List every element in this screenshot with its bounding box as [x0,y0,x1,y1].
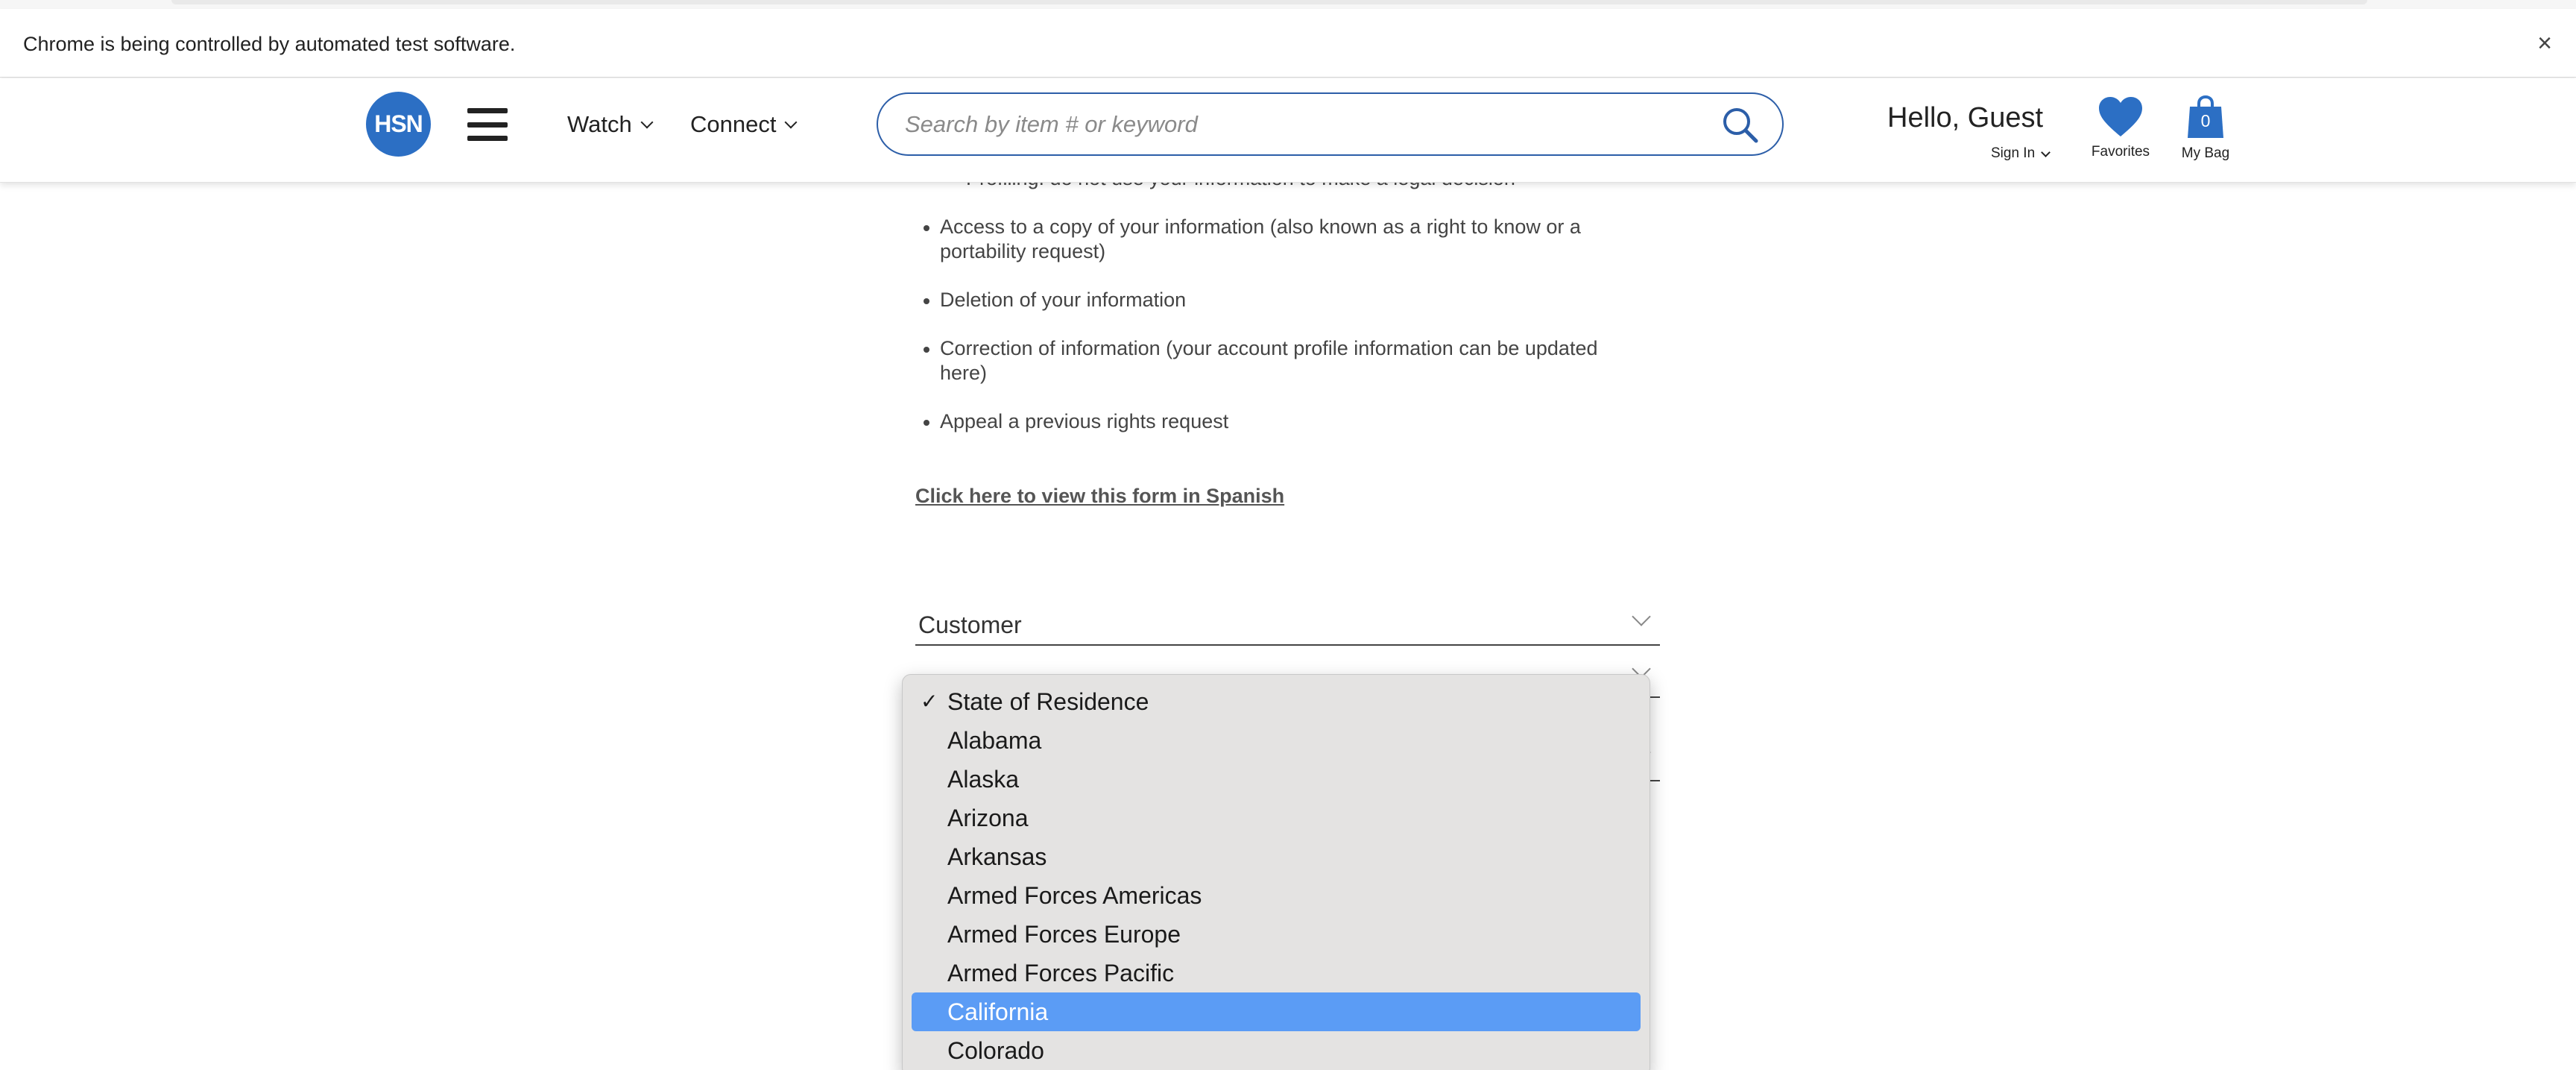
search-icon[interactable] [1721,106,1760,145]
list-item: Deletion of your information [918,288,1633,312]
spanish-form-link[interactable]: Click here to view this form in Spanish [915,485,1284,508]
dropdown-option[interactable]: Alabama [912,721,1641,760]
dropdown-option[interactable]: Alaska [912,760,1641,799]
list-item: Correction of information (your account … [918,336,1633,385]
shopping-bag-button[interactable]: 0 My Bag [2174,95,2237,169]
nav-connect-label: Connect [690,111,777,137]
requester-type-select[interactable]: Customer [915,604,1660,646]
bag-count: 0 [2200,111,2211,130]
search-bar [877,92,1784,156]
search-input[interactable] [905,104,1688,145]
nav-connect[interactable]: Connect [690,108,798,141]
list-item: Appeal a previous rights request [918,409,1633,434]
dropdown-option[interactable]: Arizona [912,799,1641,837]
dropdown-option[interactable]: ✓ State of Residence [912,682,1641,721]
checkmark-icon: ✓ [921,690,938,713]
sign-in-menu[interactable]: Sign In [1991,145,2051,162]
chevron-down-icon [1632,607,1651,626]
hsn-logo[interactable]: HSN [366,92,431,157]
rights-list: Access to a copy of your information (al… [918,215,1633,458]
bag-icon: 0 [2186,95,2225,139]
greeting: Hello, Guest [1887,102,2044,133]
chevron-down-icon [640,116,654,129]
nav-watch[interactable]: Watch [567,108,654,141]
favorites-button[interactable]: Favorites [2087,96,2154,171]
nav-watch-label: Watch [567,111,632,137]
menu-icon[interactable] [467,108,508,141]
bag-label: My Bag [2181,145,2230,161]
dropdown-option[interactable]: Armed Forces Pacific [912,954,1641,992]
heart-icon [2099,97,2142,136]
state-dropdown-list: ✓ State of Residence Alabama Alaska Ariz… [902,674,1650,1070]
option-label: State of Residence [947,688,1149,715]
requester-type-value: Customer [918,611,1022,638]
dropdown-option[interactable]: Arkansas [912,837,1641,876]
sign-in-label: Sign In [1991,145,2036,161]
favorites-label: Favorites [2091,144,2150,160]
dropdown-option-highlighted[interactable]: California [912,992,1641,1031]
chevron-down-icon [784,116,798,129]
dropdown-option[interactable]: Armed Forces Americas [912,876,1641,915]
dropdown-option[interactable]: Colorado [912,1031,1641,1070]
site-header: HSN Watch Connect Hello, Guest Sign In F… [0,78,2576,183]
chevron-down-icon [2041,147,2051,157]
dropdown-option[interactable]: Armed Forces Europe [912,915,1641,954]
list-item: Access to a copy of your information (al… [918,215,1633,264]
